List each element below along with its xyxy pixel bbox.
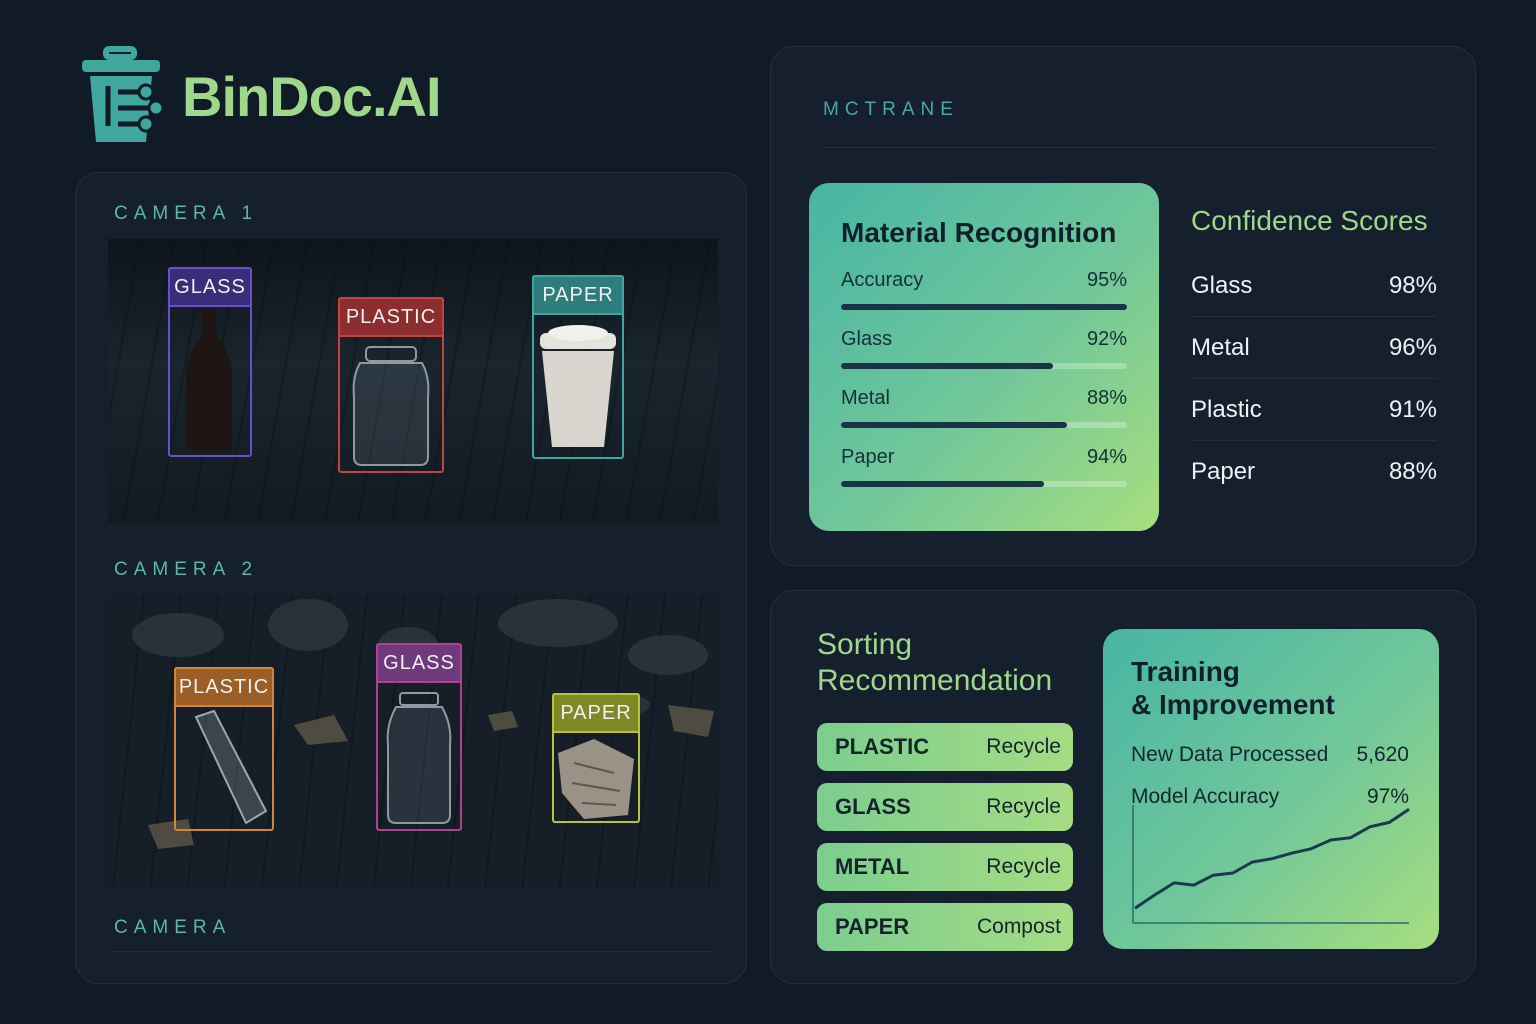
- detection-box-glass[interactable]: GLASS: [168, 267, 252, 457]
- confidence-value: 88%: [1388, 458, 1437, 485]
- sorting-action: Recycle: [986, 795, 1061, 818]
- sorting-pill-plastic[interactable]: PLASTIC Recycle: [817, 723, 1073, 771]
- bottle-object: [186, 309, 232, 451]
- confidence-row: Paper 88%: [1191, 441, 1437, 503]
- detection-label: PAPER: [552, 693, 640, 733]
- training-title-line1: Training: [1131, 656, 1240, 687]
- sorting-pill-glass[interactable]: GLASS Recycle: [817, 783, 1073, 831]
- training-card: Training & Improvement New Data Processe…: [1103, 629, 1439, 949]
- training-title: Training & Improvement: [1131, 655, 1409, 721]
- mr-progress-bar: [841, 363, 1127, 369]
- confidence-value: 91%: [1388, 395, 1437, 423]
- sorting-material: PLASTIC: [835, 734, 930, 759]
- detection-box-plastic[interactable]: PLASTIC: [338, 297, 444, 473]
- sorting-pill-paper[interactable]: PAPER Compost: [817, 903, 1073, 951]
- brand-logo: BinDoc.AI: [78, 46, 442, 146]
- mr-row-head: Metal 88%: [841, 387, 1127, 410]
- crumpled-paper-object: [558, 739, 634, 819]
- brand-name: BinDoc.AI: [182, 64, 442, 128]
- glass-jar-object: [386, 692, 452, 824]
- sorting-material: PAPER: [835, 914, 910, 939]
- divider: [114, 951, 714, 952]
- plastic-bottle-object: [194, 709, 268, 825]
- mr-value: 92%: [1086, 328, 1127, 350]
- camera-2-label: CAMERA 2: [114, 559, 259, 580]
- mr-progress-bar: [841, 304, 1127, 310]
- new-data-row: New Data Processed 5,620: [1131, 743, 1409, 767]
- mr-progress-fill: [841, 363, 1053, 369]
- sorting-recommendation: Sorting Recommendation PLASTIC Recycle GLA…: [817, 627, 1073, 963]
- sorting-title: Sorting Recommendation: [817, 628, 1053, 697]
- accuracy-trend-chart: [1132, 805, 1410, 924]
- new-data-label: New Data Processed: [1131, 743, 1329, 766]
- confidence-value: 96%: [1388, 333, 1437, 361]
- mr-row-head: Glass 92%: [841, 328, 1127, 351]
- confidence-scores-title: Confidence Scores: [1191, 205, 1428, 236]
- jar-object: [352, 346, 430, 466]
- mr-value: 88%: [1086, 387, 1127, 409]
- paper-cup-object: [540, 325, 616, 447]
- panel-header: MCTRANE: [823, 99, 959, 120]
- mr-label: Paper: [841, 446, 895, 468]
- detection-label: PLASTIC: [338, 297, 444, 337]
- confidence-scores: Confidence Scores Glass 98% Metal 96% Plasti…: [1191, 205, 1437, 503]
- recognition-panel: MCTRANE Material Recognition Accuracy 95%…: [770, 46, 1476, 566]
- detection-box-glass[interactable]: GLASS: [376, 643, 462, 831]
- accuracy-trend-line: [1134, 807, 1410, 910]
- confidence-row: Plastic 91%: [1191, 379, 1437, 441]
- sorting-material: GLASS: [835, 794, 911, 819]
- mr-row-head: Accuracy 95%: [841, 269, 1127, 292]
- confidence-value: 98%: [1388, 271, 1437, 299]
- sorting-training-panel: Sorting Recommendation PLASTIC Recycle GLA…: [770, 590, 1476, 984]
- confidence-label: Metal: [1191, 333, 1250, 361]
- sorting-pill-metal[interactable]: METAL Recycle: [817, 843, 1073, 891]
- material-recognition-row: Metal 88%: [841, 387, 1127, 428]
- camera-1-feed[interactable]: GLASS PLASTIC PAPER: [108, 239, 718, 523]
- confidence-label: Glass: [1191, 271, 1253, 299]
- detection-label: GLASS: [168, 267, 252, 307]
- sorting-action: Recycle: [986, 855, 1061, 878]
- detection-label: PAPER: [532, 275, 624, 315]
- mr-progress-bar: [841, 481, 1127, 487]
- confidence-scores-list: Glass 98% Metal 96% Plastic 91% Paper 88%: [1191, 255, 1437, 503]
- sorting-action: Compost: [976, 915, 1061, 938]
- mr-label: Accuracy: [841, 269, 924, 291]
- training-title-line2: & Improvement: [1131, 689, 1335, 720]
- material-recognition-row: Glass 92%: [841, 328, 1127, 369]
- mr-label: Metal: [841, 387, 890, 409]
- camera-2-feed[interactable]: PLASTIC GLASS PAPER: [108, 595, 718, 889]
- confidence-row: Glass 98%: [1191, 255, 1437, 317]
- material-recognition-row: Paper 94%: [841, 446, 1127, 487]
- mr-progress-bar: [841, 422, 1127, 428]
- mr-progress-fill: [841, 481, 1045, 487]
- detection-box-plastic[interactable]: PLASTIC: [174, 667, 274, 831]
- trash-bin-circuit-icon: [82, 46, 165, 142]
- detection-label: GLASS: [376, 643, 462, 683]
- material-recognition-card: Material Recognition Accuracy 95% Glass 92%…: [809, 183, 1159, 531]
- mr-row-head: Paper 94%: [841, 446, 1127, 469]
- mr-value: 94%: [1086, 446, 1127, 468]
- divider: [823, 147, 1437, 148]
- material-recognition-list: Accuracy 95% Glass 92% Metal 88% Paper 94%: [841, 269, 1127, 487]
- detection-box-paper[interactable]: PAPER: [532, 275, 624, 459]
- camera-3-label: CAMERA: [114, 917, 232, 938]
- detection-box-paper[interactable]: PAPER: [552, 693, 640, 823]
- sorting-action: Recycle: [986, 735, 1061, 758]
- sorting-list: PLASTIC Recycle GLASS Recycle METAL Recycle PA…: [817, 723, 1073, 951]
- mr-value: 95%: [1086, 269, 1127, 291]
- detection-label: PLASTIC: [174, 667, 274, 707]
- confidence-label: Plastic: [1191, 395, 1262, 423]
- material-recognition-row: Accuracy 95%: [841, 269, 1127, 310]
- camera-1-label: CAMERA 1: [114, 203, 259, 224]
- confidence-row: Metal 96%: [1191, 317, 1437, 379]
- mr-label: Glass: [841, 328, 893, 350]
- new-data-value: 5,620: [1356, 743, 1409, 766]
- sorting-material: METAL: [835, 854, 910, 879]
- mr-progress-fill: [841, 422, 1067, 428]
- material-recognition-title: Material Recognition: [841, 217, 1117, 248]
- mr-progress-fill: [841, 304, 1127, 310]
- confidence-label: Paper: [1191, 458, 1256, 485]
- camera-panel: CAMERA 1 GLASS PLASTIC PAPER CAMERA 2 PL…: [75, 172, 747, 984]
